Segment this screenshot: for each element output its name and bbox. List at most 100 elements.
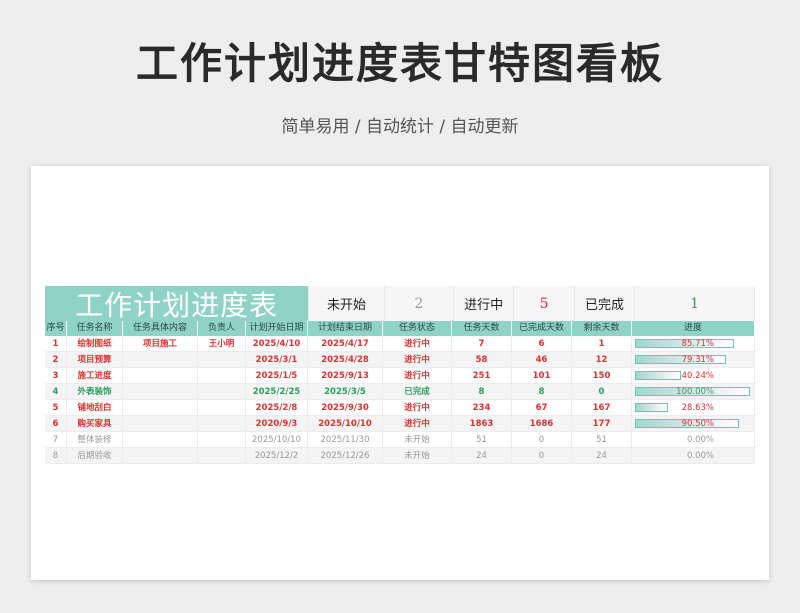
task-name-cell[interactable]: 绘制图纸	[67, 336, 123, 352]
task-days-cell[interactable]: 1863	[452, 416, 512, 432]
row-number-cell[interactable]: 6	[45, 416, 67, 432]
done-days-cell[interactable]: 6	[512, 336, 572, 352]
progress-cell[interactable]: 40.24%	[632, 368, 755, 384]
task-days-cell[interactable]: 8	[452, 384, 512, 400]
column-header[interactable]: 进度	[632, 321, 755, 336]
task-owner-cell[interactable]	[198, 384, 246, 400]
task-days-cell[interactable]: 58	[452, 352, 512, 368]
task-owner-cell[interactable]	[198, 432, 246, 448]
remaining-days-cell[interactable]: 0	[572, 384, 632, 400]
remaining-days-cell[interactable]: 24	[572, 448, 632, 464]
progress-cell[interactable]: 85.71%	[632, 336, 755, 352]
column-header[interactable]: 剩余天数	[572, 321, 632, 336]
task-detail-cell[interactable]: 项目施工	[123, 336, 198, 352]
column-header[interactable]: 计划结束日期	[308, 321, 383, 336]
task-detail-cell[interactable]	[123, 432, 198, 448]
task-name-cell[interactable]: 后期验收	[67, 448, 123, 464]
column-header[interactable]: 已完成天数	[512, 321, 572, 336]
task-status-cell[interactable]: 未开始	[383, 432, 452, 448]
task-days-cell[interactable]: 24	[452, 448, 512, 464]
end-date-cell[interactable]: 2025/3/5	[308, 384, 383, 400]
done-days-cell[interactable]: 8	[512, 384, 572, 400]
task-status-cell[interactable]: 进行中	[383, 352, 452, 368]
task-name-cell[interactable]: 铺地刮白	[67, 400, 123, 416]
column-header[interactable]: 任务具体内容	[123, 321, 198, 336]
remaining-days-cell[interactable]: 177	[572, 416, 632, 432]
table-row[interactable]: 5 铺地刮白 2025/2/8 2025/9/30 进行中 234 67 167 28.63%	[45, 400, 755, 416]
task-name-cell[interactable]: 项目预算	[67, 352, 123, 368]
row-number-cell[interactable]: 2	[45, 352, 67, 368]
task-days-cell[interactable]: 51	[452, 432, 512, 448]
task-days-cell[interactable]: 251	[452, 368, 512, 384]
done-days-cell[interactable]: 1686	[512, 416, 572, 432]
task-status-cell[interactable]: 进行中	[383, 416, 452, 432]
table-row[interactable]: 3 施工进度 2025/1/5 2025/9/13 进行中 251 101 150 40.24%	[45, 368, 755, 384]
table-row[interactable]: 7 整体装修 2025/10/10 2025/11/30 未开始 51 0 51 0.00%	[45, 432, 755, 448]
done-days-cell[interactable]: 0	[512, 432, 572, 448]
progress-cell[interactable]: 79.31%	[632, 352, 755, 368]
task-days-cell[interactable]: 7	[452, 336, 512, 352]
table-row[interactable]: 6 购买家具 2020/9/3 2025/10/10 进行中 1863 1686 177 90.…	[45, 416, 755, 432]
end-date-cell[interactable]: 2025/11/30	[308, 432, 383, 448]
remaining-days-cell[interactable]: 51	[572, 432, 632, 448]
task-name-cell[interactable]: 外表装饰	[67, 384, 123, 400]
end-date-cell[interactable]: 2025/12/26	[308, 448, 383, 464]
task-owner-cell[interactable]	[198, 400, 246, 416]
start-date-cell[interactable]: 2025/3/1	[246, 352, 308, 368]
end-date-cell[interactable]: 2025/10/10	[308, 416, 383, 432]
remaining-days-cell[interactable]: 12	[572, 352, 632, 368]
task-detail-cell[interactable]	[123, 416, 198, 432]
column-header[interactable]: 序号	[45, 321, 67, 336]
column-header[interactable]: 任务状态	[383, 321, 452, 336]
done-days-cell[interactable]: 0	[512, 448, 572, 464]
column-header[interactable]: 计划开始日期	[246, 321, 308, 336]
done-days-cell[interactable]: 46	[512, 352, 572, 368]
task-detail-cell[interactable]	[123, 352, 198, 368]
task-detail-cell[interactable]	[123, 368, 198, 384]
task-name-cell[interactable]: 购买家具	[67, 416, 123, 432]
table-row[interactable]: 4 外表装饰 2025/2/25 2025/3/5 已完成 8 8 0 100.00%	[45, 384, 755, 400]
task-owner-cell[interactable]	[198, 368, 246, 384]
progress-cell[interactable]: 0.00%	[632, 432, 755, 448]
task-days-cell[interactable]: 234	[452, 400, 512, 416]
task-status-cell[interactable]: 进行中	[383, 400, 452, 416]
remaining-days-cell[interactable]: 1	[572, 336, 632, 352]
task-detail-cell[interactable]	[123, 400, 198, 416]
row-number-cell[interactable]: 7	[45, 432, 67, 448]
start-date-cell[interactable]: 2025/2/25	[246, 384, 308, 400]
task-owner-cell[interactable]: 王小明	[198, 336, 246, 352]
end-date-cell[interactable]: 2025/9/13	[308, 368, 383, 384]
remaining-days-cell[interactable]: 167	[572, 400, 632, 416]
task-status-cell[interactable]: 进行中	[383, 336, 452, 352]
progress-cell[interactable]: 100.00%	[632, 384, 755, 400]
remaining-days-cell[interactable]: 150	[572, 368, 632, 384]
progress-cell[interactable]: 0.00%	[632, 448, 755, 464]
task-owner-cell[interactable]	[198, 416, 246, 432]
row-number-cell[interactable]: 1	[45, 336, 67, 352]
end-date-cell[interactable]: 2025/4/17	[308, 336, 383, 352]
start-date-cell[interactable]: 2025/2/8	[246, 400, 308, 416]
start-date-cell[interactable]: 2025/12/2	[246, 448, 308, 464]
table-row[interactable]: 8 后期验收 2025/12/2 2025/12/26 未开始 24 0 24 0.00%	[45, 448, 755, 464]
column-header[interactable]: 负责人	[198, 321, 246, 336]
row-number-cell[interactable]: 8	[45, 448, 67, 464]
column-header[interactable]: 任务天数	[452, 321, 512, 336]
task-name-cell[interactable]: 施工进度	[67, 368, 123, 384]
task-name-cell[interactable]: 整体装修	[67, 432, 123, 448]
task-detail-cell[interactable]	[123, 384, 198, 400]
end-date-cell[interactable]: 2025/4/28	[308, 352, 383, 368]
table-row[interactable]: 2 项目预算 2025/3/1 2025/4/28 进行中 58 46 12 79.31%	[45, 352, 755, 368]
row-number-cell[interactable]: 4	[45, 384, 67, 400]
column-header[interactable]: 任务名称	[67, 321, 123, 336]
progress-cell[interactable]: 28.63%	[632, 400, 755, 416]
start-date-cell[interactable]: 2025/1/5	[246, 368, 308, 384]
progress-cell[interactable]: 90.50%	[632, 416, 755, 432]
task-owner-cell[interactable]	[198, 352, 246, 368]
start-date-cell[interactable]: 2025/4/10	[246, 336, 308, 352]
end-date-cell[interactable]: 2025/9/30	[308, 400, 383, 416]
task-status-cell[interactable]: 未开始	[383, 448, 452, 464]
start-date-cell[interactable]: 2020/9/3	[246, 416, 308, 432]
row-number-cell[interactable]: 5	[45, 400, 67, 416]
row-number-cell[interactable]: 3	[45, 368, 67, 384]
table-row[interactable]: 1 绘制图纸 项目施工 王小明 2025/4/10 2025/4/17 进行中 7 6 1 85.7…	[45, 336, 755, 352]
